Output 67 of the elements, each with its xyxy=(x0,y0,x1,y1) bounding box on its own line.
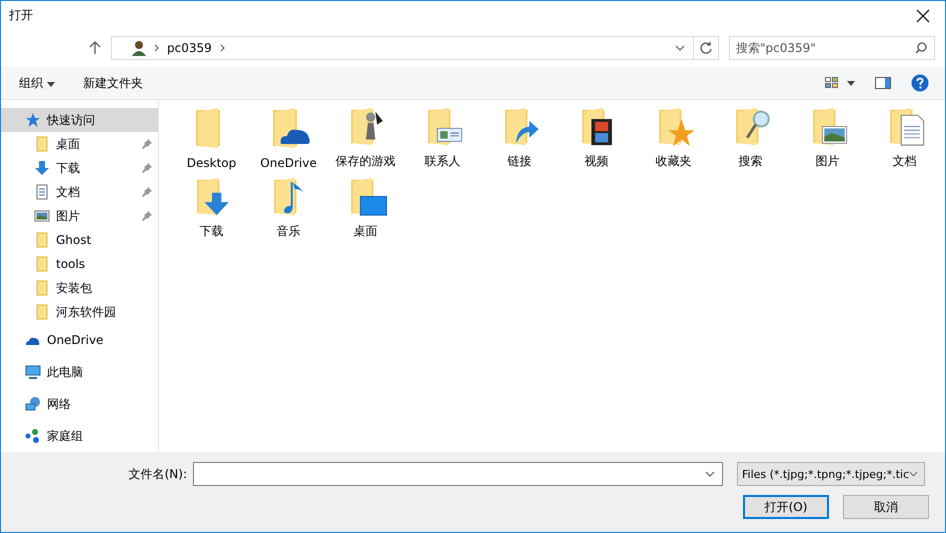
file-name-field[interactable] xyxy=(193,462,723,486)
sidebar-item[interactable]: 下载 xyxy=(1,156,158,180)
sidebar-item[interactable]: 家庭组 xyxy=(1,420,158,452)
folder-item[interactable]: 音乐 xyxy=(250,176,327,246)
chevron-icon[interactable] xyxy=(220,44,225,52)
file-type-dropdown[interactable]: Files (*.tjpg;*.tpng;*.tjpeg;*.tic xyxy=(737,462,925,486)
folder-icon xyxy=(34,256,50,272)
folder-icon xyxy=(34,304,50,320)
folder-item[interactable]: 联系人 xyxy=(404,106,481,176)
sidebar-item[interactable]: 快速访问 xyxy=(1,108,158,132)
preview-pane-icon[interactable] xyxy=(875,77,891,89)
folder-item[interactable]: 文档 xyxy=(866,106,943,176)
sidebar-item[interactable]: 图片 xyxy=(1,204,158,228)
folder-item[interactable]: 图片 xyxy=(789,106,866,176)
pin-icon[interactable] xyxy=(142,187,152,197)
new-folder-button[interactable]: 新建文件夹 xyxy=(72,70,153,96)
caret-icon[interactable] xyxy=(847,80,855,86)
computer-icon xyxy=(25,364,41,380)
caret-icon xyxy=(46,82,55,86)
window-title: 打开 xyxy=(8,7,33,24)
help-icon[interactable] xyxy=(911,74,929,92)
folder-item[interactable]: 保存的游戏 xyxy=(327,106,404,176)
pin-icon[interactable] xyxy=(142,211,152,221)
cancel-button[interactable]: 取消 xyxy=(843,495,929,519)
sidebar-item[interactable]: 文档 xyxy=(1,180,158,204)
folder-item[interactable]: 下载 xyxy=(173,176,250,246)
view-options-icon[interactable] xyxy=(825,77,839,89)
folder-item[interactable]: OneDrive xyxy=(250,106,327,176)
folder-icon xyxy=(34,232,50,248)
up-arrow-icon[interactable] xyxy=(89,41,101,55)
sidebar-item[interactable]: 桌面 xyxy=(1,132,158,156)
homegroup-icon xyxy=(25,428,41,444)
path-segment[interactable]: pc0359 xyxy=(167,41,212,55)
sidebar-item[interactable]: 网络 xyxy=(1,388,158,420)
folder-item[interactable]: 桌面 xyxy=(327,176,404,246)
dropdown-caret-icon xyxy=(909,471,918,477)
picture-icon xyxy=(34,208,50,224)
dropdown-caret-icon[interactable] xyxy=(675,45,685,51)
network-icon xyxy=(25,396,41,412)
close-icon xyxy=(916,9,930,23)
star-icon xyxy=(25,112,41,128)
pin-icon[interactable] xyxy=(142,163,152,173)
open-button[interactable]: 打开(O) xyxy=(743,495,829,519)
sidebar-item[interactable]: 此电脑 xyxy=(1,356,158,388)
folder-item[interactable]: 收藏夹 xyxy=(635,106,712,176)
dropdown-caret-icon xyxy=(705,471,715,477)
folder-item[interactable]: Desktop xyxy=(173,106,250,176)
search-icon xyxy=(915,42,927,54)
folder-item[interactable]: 搜索 xyxy=(712,106,789,176)
sidebar-item[interactable]: Ghost xyxy=(1,228,158,252)
sidebar-item[interactable]: 河东软件园 xyxy=(1,300,158,324)
pin-icon[interactable] xyxy=(142,139,152,149)
document-icon xyxy=(34,184,50,200)
folder-icon xyxy=(34,280,50,296)
user-icon xyxy=(132,40,146,56)
search-field[interactable]: 搜索"pc0359" xyxy=(729,36,935,60)
address-bar[interactable]: pc0359 xyxy=(111,36,719,60)
chevron-icon[interactable] xyxy=(154,44,159,52)
sidebar-item[interactable]: OneDrive xyxy=(1,324,158,356)
organize-button[interactable]: 组织 xyxy=(9,70,65,96)
download-arrow-icon xyxy=(34,160,50,176)
folder-item[interactable]: 视频 xyxy=(558,106,635,176)
folder-item[interactable]: 链接 xyxy=(481,106,558,176)
folder-icon xyxy=(34,136,50,152)
file-name-label: 文件名(N): xyxy=(128,466,188,482)
sidebar-item[interactable]: tools xyxy=(1,252,158,276)
sidebar-item[interactable]: 安装包 xyxy=(1,276,158,300)
